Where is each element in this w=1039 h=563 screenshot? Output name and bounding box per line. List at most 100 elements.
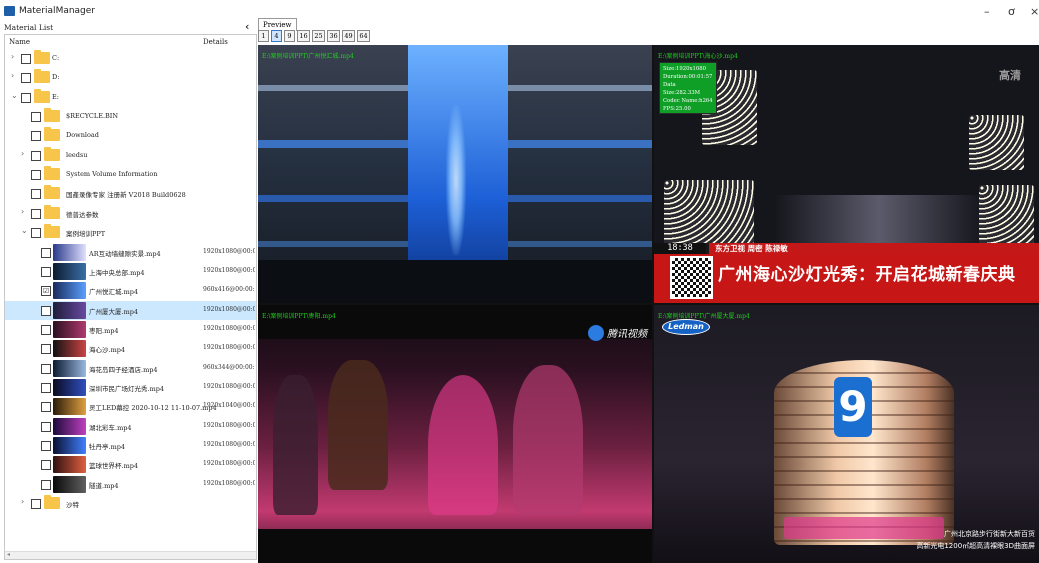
row-checkbox[interactable] <box>41 441 51 451</box>
folder-icon <box>44 185 60 200</box>
folder-row[interactable]: $RECYCLE.BIN <box>5 107 256 126</box>
folder-row[interactable]: Download <box>5 126 256 145</box>
ticker-time: 18:38 <box>654 243 706 254</box>
folder-row[interactable]: › D: <box>5 68 256 87</box>
row-checkbox[interactable] <box>41 324 51 335</box>
folder-icon <box>44 127 60 142</box>
qr-code <box>670 256 713 299</box>
column-header-details[interactable]: Details <box>203 38 228 46</box>
collapse-arrow-icon[interactable]: ⌄ <box>21 226 28 235</box>
video-file-row[interactable]: 广州厦大厦.mp4 1920x1080@00:0 <box>5 300 256 320</box>
folder-row[interactable]: 国產录像专家 注册新 V2018 Build0628 <box>5 184 256 203</box>
row-checkbox[interactable] <box>41 402 51 413</box>
scroll-left-icon[interactable]: ◂ <box>7 551 10 558</box>
video-thumbnail <box>53 378 86 396</box>
row-checkbox[interactable] <box>21 54 31 64</box>
grid-64-button[interactable]: 64 <box>357 30 370 42</box>
grid-9-button[interactable]: 9 <box>284 30 295 42</box>
expand-arrow-icon[interactable]: › <box>21 497 24 506</box>
close-button[interactable]: × <box>1030 5 1039 18</box>
grid-25-button[interactable]: 25 <box>312 30 325 42</box>
row-checkbox[interactable] <box>41 344 51 355</box>
video-file-row[interactable]: 海花岛四子经酒店.mp4 960x344@00:00:1 <box>5 359 256 378</box>
row-checkbox[interactable] <box>31 150 41 161</box>
row-label: C: <box>52 54 60 62</box>
horizontal-scrollbar[interactable]: ◂ <box>5 551 256 559</box>
row-checkbox[interactable] <box>31 499 41 510</box>
minimize-button[interactable]: – <box>984 5 990 18</box>
video-file-row[interactable]: 枣阳.mp4 1920x1080@00:0 <box>5 320 256 339</box>
collapse-panel-icon[interactable]: ‹ <box>245 20 249 33</box>
video-file-row[interactable]: AR互动墙缝隙实景.mp4 1920x1080@00:0 <box>5 243 256 262</box>
row-checkbox[interactable] <box>41 479 51 490</box>
row-checkbox[interactable] <box>21 92 31 103</box>
video-watermark: 腾讯视频 <box>607 329 647 340</box>
row-checkbox[interactable] <box>31 228 41 239</box>
row-label: 湖北彩车.mp4 <box>89 423 132 432</box>
row-checkbox[interactable] <box>41 266 51 277</box>
row-checkbox[interactable] <box>31 170 41 181</box>
video-file-row[interactable]: 篮球世界杯.mp4 1920x1080@00:0 <box>5 455 256 474</box>
folder-row[interactable]: System Volume Information <box>5 165 256 184</box>
grid-16-button[interactable]: 16 <box>297 30 310 42</box>
preview-cell-4[interactable]: 9 Ledman 广州北京路步行街新大新百货 高新光电1200㎡超高清裸眼3D曲… <box>654 305 1039 563</box>
info-duration: Duration:00:01:57 <box>663 74 713 80</box>
preview-cell-3[interactable]: 腾讯视频 E:\案例培训PPT\枣阳.mp4 <box>258 305 652 563</box>
row-checkbox[interactable]: ☑ <box>41 286 51 297</box>
video-thumbnail <box>53 456 86 474</box>
video-file-row[interactable]: 湖北彩车.mp4 1920x1080@00:0 <box>5 417 256 436</box>
collapse-arrow-icon[interactable]: ⌄ <box>11 91 18 100</box>
row-checkbox[interactable] <box>41 460 51 471</box>
grid-4-button[interactable]: 4 <box>271 30 282 42</box>
video-file-row[interactable]: 牡丹亭.mp4 1920x1080@00:0 <box>5 436 256 455</box>
column-header-name[interactable]: Name <box>9 38 30 46</box>
video-file-row[interactable]: ☑ 广州悦汇城.mp4 960x416@00:00:1 <box>5 281 256 300</box>
cell-path: E:\案例培训PPT\海心沙.mp4 <box>658 53 738 60</box>
row-checkbox[interactable] <box>41 363 51 374</box>
row-checkbox[interactable] <box>41 421 51 432</box>
folder-row[interactable]: › C: <box>5 49 256 68</box>
expand-arrow-icon[interactable]: › <box>21 149 24 158</box>
folder-row[interactable]: ⌄ E: <box>5 88 256 107</box>
folder-row[interactable]: › 德普达参数 <box>5 204 256 223</box>
video-thumbnail <box>53 243 86 261</box>
row-checkbox[interactable] <box>21 73 31 84</box>
expand-arrow-icon[interactable]: › <box>11 52 14 61</box>
video-thumbnail <box>53 475 86 493</box>
preview-cell-2[interactable]: Size:1920x1080 Duration:00:01:57 Data Si… <box>654 45 1039 303</box>
grid-49-button[interactable]: 49 <box>342 30 355 42</box>
folder-row[interactable]: › leedsu <box>5 146 256 165</box>
row-checkbox[interactable] <box>41 382 51 393</box>
material-tree[interactable]: Name Details › C: › D: ⌄ E: $RECYCLE.BIN Downlo… <box>4 34 257 560</box>
video-file-row[interactable]: 海心沙.mp4 1920x1080@00:0 <box>5 339 256 358</box>
row-checkbox[interactable] <box>41 305 51 316</box>
row-checkbox[interactable] <box>31 208 41 219</box>
folder-row[interactable]: › 沙特 <box>5 494 256 513</box>
maximize-button[interactable]: ơ <box>1008 5 1015 18</box>
video-file-row[interactable]: 深圳市民广场灯光秀.mp4 1920x1080@00:0 <box>5 378 256 397</box>
video-thumbnail <box>53 340 86 358</box>
video-file-row[interactable]: 上海中央总部.mp4 1920x1080@00:0 <box>5 262 256 281</box>
row-checkbox[interactable] <box>31 189 41 200</box>
preview-area: E:\案例培训PPT\广州悦汇城.mp4 Size:1920x1080 Dura… <box>258 45 1039 563</box>
expand-arrow-icon[interactable]: › <box>21 207 24 216</box>
row-label: Download <box>66 131 99 140</box>
preview-cell-1[interactable]: E:\案例培训PPT\广州悦汇城.mp4 <box>258 45 652 303</box>
info-data-size: Data Size:282.33M <box>663 82 700 96</box>
video-file-row[interactable]: 灵工LED幕控 2020-10-12 11-10-07.mp4 1920x1040… <box>5 397 256 416</box>
expand-arrow-icon[interactable]: › <box>11 71 14 80</box>
grid-36-button[interactable]: 36 <box>327 30 340 42</box>
row-label: 深圳市民广场灯光秀.mp4 <box>89 384 165 393</box>
building-number: 9 <box>834 377 872 437</box>
grid-1-button[interactable]: 1 <box>258 30 269 42</box>
row-details: 1920x1080@00:0 <box>203 324 255 332</box>
row-checkbox[interactable] <box>41 247 51 258</box>
folder-row[interactable]: ⌄ 案例培训PPT <box>5 223 256 242</box>
row-label: $RECYCLE.BIN <box>66 112 119 121</box>
video-thumbnail <box>53 301 86 319</box>
caption-line-1: 广州北京路步行街新大新百货 <box>944 530 1035 538</box>
row-details: 960x416@00:00:1 <box>203 286 255 294</box>
video-file-row[interactable]: 隧道.mp4 1920x1080@00:0 <box>5 475 256 494</box>
row-checkbox[interactable] <box>31 112 41 123</box>
row-checkbox[interactable] <box>31 131 41 142</box>
